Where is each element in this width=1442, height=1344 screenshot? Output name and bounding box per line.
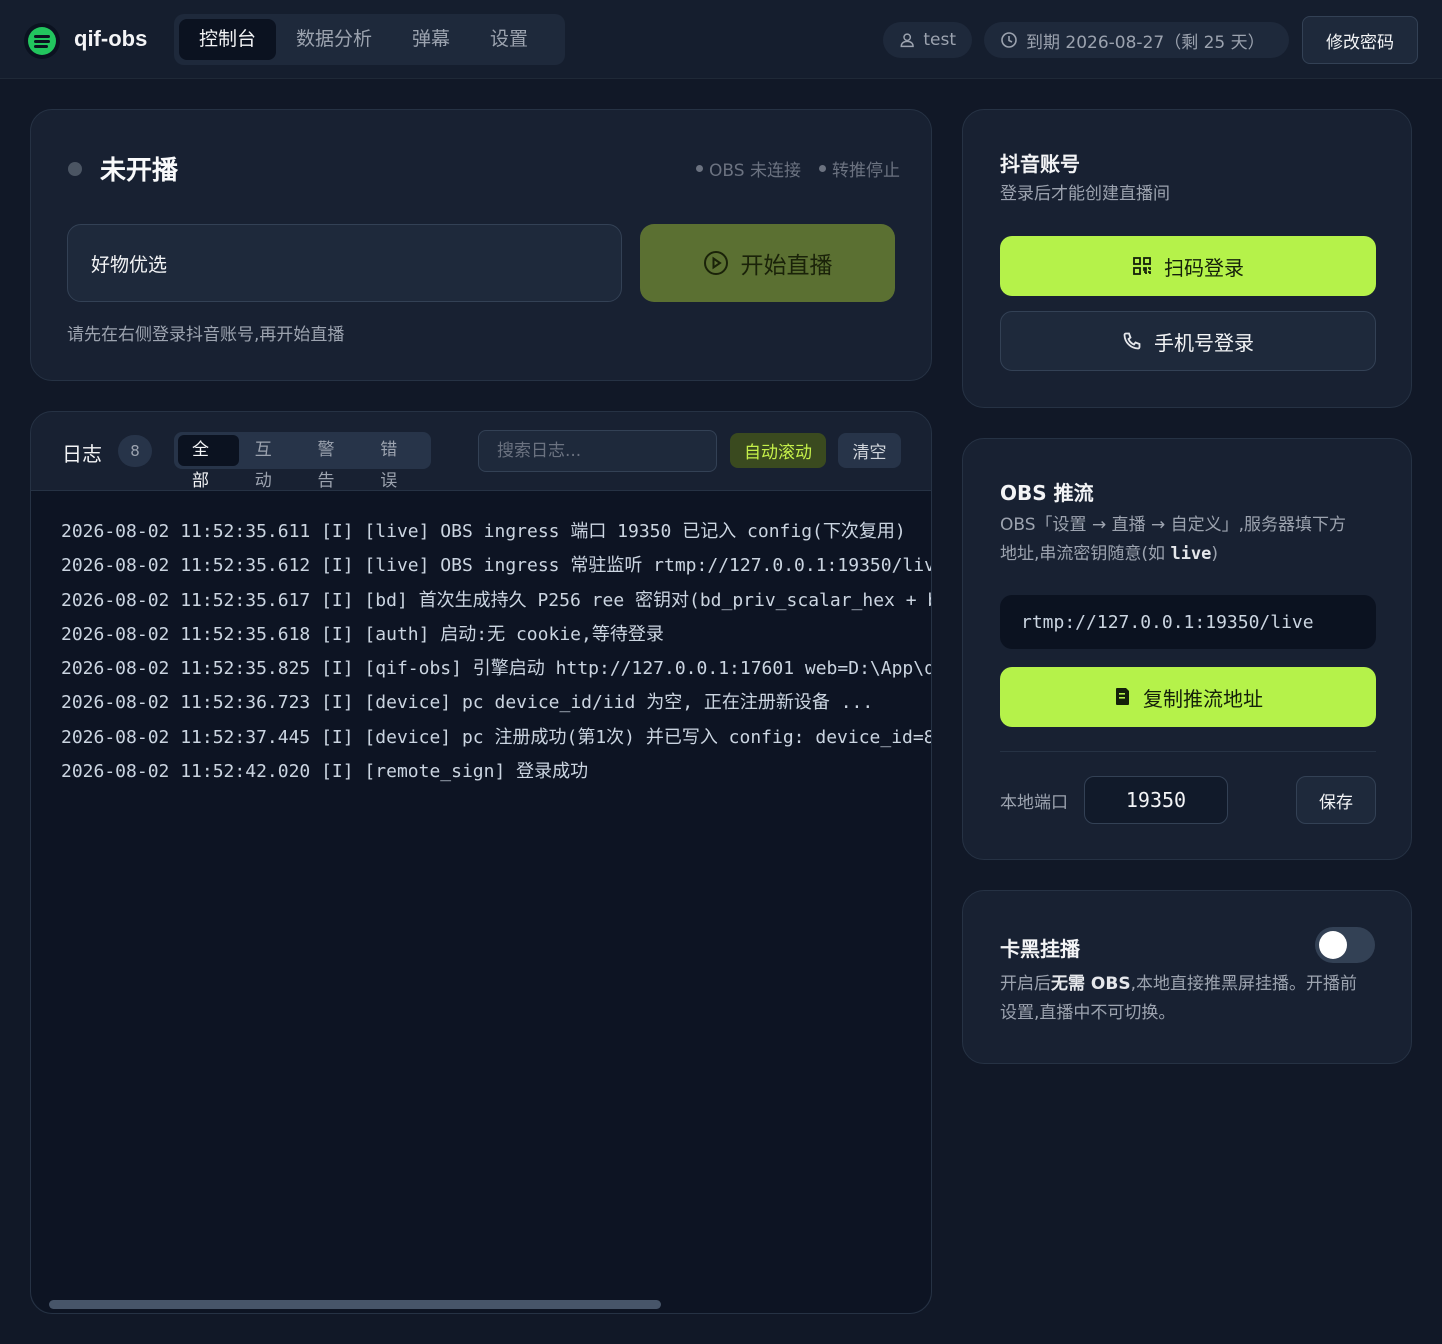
connection-flags: OBS 未连接 转推停止 bbox=[696, 156, 900, 181]
douyin-account-card: 抖音账号 登录后才能创建直播间 扫码登录 手机号登录 bbox=[962, 109, 1412, 408]
login-hint: 请先在右侧登录抖音账号,再开始直播 bbox=[67, 325, 345, 345]
qr-code-icon bbox=[1133, 257, 1151, 275]
scrollbar-thumb[interactable] bbox=[49, 1300, 661, 1309]
change-password-button[interactable]: 修改密码 bbox=[1302, 16, 1418, 64]
log-filter-error[interactable]: 错误 bbox=[366, 435, 427, 491]
divider bbox=[1000, 751, 1376, 752]
log-line: 2026-08-02 11:52:37.445 [I] [device] pc … bbox=[61, 726, 931, 748]
horizontal-scrollbar[interactable] bbox=[39, 1300, 923, 1309]
main-nav: 控制台 数据分析 弹幕 设置 bbox=[174, 14, 565, 65]
expiry-text: 到期 2026-08-27（剩 25 天） bbox=[1026, 32, 1265, 53]
log-title: 日志 bbox=[62, 442, 102, 466]
top-bar: qif-obs 控制台 数据分析 弹幕 设置 test 到期 2026-08-2… bbox=[0, 0, 1442, 79]
play-circle-icon bbox=[703, 251, 728, 275]
phone-icon bbox=[1123, 332, 1141, 350]
start-live-button[interactable]: 开始直播 bbox=[640, 224, 895, 302]
log-filter-group: 全部 互动 警告 错误 bbox=[174, 432, 431, 491]
log-filter-interaction[interactable]: 互动 bbox=[241, 435, 302, 491]
copy-icon bbox=[1116, 688, 1129, 705]
log-filter-warning[interactable]: 警告 bbox=[304, 435, 365, 491]
relay-status-flag: 转推停止 bbox=[819, 156, 900, 181]
qr-login-button[interactable]: 扫码登录 bbox=[1000, 236, 1376, 296]
relay-status-dot-icon bbox=[819, 165, 826, 172]
obs-status-dot-icon bbox=[696, 165, 704, 172]
black-screen-toggle[interactable] bbox=[1315, 927, 1375, 963]
rtmp-url-display[interactable]: rtmp://127.0.0.1:19350/live bbox=[1000, 595, 1376, 649]
log-lines: 2026-08-02 11:52:35.611 [I] [live] OBS i… bbox=[61, 515, 931, 789]
obs-title: OBS 推流 bbox=[1000, 481, 1094, 505]
live-status-title: 未开播 bbox=[68, 150, 178, 187]
copy-stream-url-button[interactable]: 复制推流地址 bbox=[1000, 667, 1376, 727]
local-port-input[interactable] bbox=[1084, 776, 1228, 824]
log-line: 2026-08-02 11:52:35.618 [I] [auth] 启动:无 … bbox=[61, 623, 664, 645]
user-icon bbox=[900, 33, 914, 48]
save-port-button[interactable]: 保存 bbox=[1296, 776, 1376, 824]
obs-description: OBS「设置 → 直播 → 自定义」,服务器填下方 地址,串流密钥随意(如 li… bbox=[1000, 515, 1347, 564]
log-filter-all[interactable]: 全部 bbox=[178, 435, 239, 491]
app-logo-icon bbox=[24, 23, 60, 59]
status-dot-icon bbox=[68, 161, 82, 176]
log-search-input[interactable] bbox=[478, 430, 717, 472]
live-status-text: 未开播 bbox=[100, 156, 179, 186]
copy-stream-url-label: 复制推流地址 bbox=[1143, 688, 1263, 711]
black-screen-description: 开启后无需 OBS,本地直接推黑屏挂播。开播前 设置,直播中不可切换。 bbox=[1000, 974, 1357, 1023]
black-screen-title: 卡黑挂播 bbox=[1000, 937, 1080, 961]
log-count-badge: 8 bbox=[118, 435, 152, 467]
local-port-label: 本地端口 bbox=[1000, 793, 1068, 813]
clock-icon bbox=[1001, 32, 1017, 48]
obs-stream-card: OBS 推流 OBS「设置 → 直播 → 自定义」,服务器填下方 地址,串流密钥… bbox=[962, 438, 1412, 860]
log-output[interactable]: 2026-08-02 11:52:35.611 [I] [live] OBS i… bbox=[31, 491, 931, 1313]
qr-login-label: 扫码登录 bbox=[1164, 257, 1244, 280]
log-line: 2026-08-02 11:52:35.617 [I] [bd] 首次生成持久 … bbox=[61, 589, 931, 611]
phone-login-label: 手机号登录 bbox=[1154, 332, 1254, 355]
log-line: 2026-08-02 11:52:35.612 [I] [live] OBS i… bbox=[61, 555, 931, 577]
log-header: 日志 8 全部 互动 警告 错误 自动滚动 清空 bbox=[31, 411, 931, 491]
tab-console[interactable]: 控制台 bbox=[179, 19, 277, 60]
autoscroll-toggle[interactable]: 自动滚动 bbox=[730, 433, 826, 468]
brand-name: qif-obs bbox=[74, 26, 148, 51]
log-line: 2026-08-02 11:52:35.825 [I] [qif-obs] 引擎… bbox=[61, 658, 931, 680]
room-title-input[interactable] bbox=[67, 224, 622, 302]
expiry-badge: 到期 2026-08-27（剩 25 天） bbox=[984, 22, 1289, 58]
user-badge[interactable]: test bbox=[883, 22, 972, 58]
start-live-label: 开始直播 bbox=[740, 252, 833, 278]
douyin-subtitle: 登录后才能创建直播间 bbox=[1000, 184, 1170, 204]
log-line: 2026-08-02 11:52:35.611 [I] [live] OBS i… bbox=[61, 521, 906, 542]
clear-logs-button[interactable]: 清空 bbox=[838, 433, 901, 468]
douyin-title: 抖音账号 bbox=[1000, 152, 1080, 176]
phone-login-button[interactable]: 手机号登录 bbox=[1000, 311, 1376, 371]
tab-settings[interactable]: 设置 bbox=[470, 19, 548, 60]
username: test bbox=[923, 30, 956, 50]
tab-analytics[interactable]: 数据分析 bbox=[276, 19, 392, 60]
tab-danmaku[interactable]: 弹幕 bbox=[392, 19, 470, 60]
obs-status-flag: OBS 未连接 bbox=[696, 156, 801, 181]
black-screen-card: 卡黑挂播 开启后无需 OBS,本地直接推黑屏挂播。开播前 设置,直播中不可切换。 bbox=[962, 890, 1412, 1064]
log-line: 2026-08-02 11:52:42.020 [I] [remote_sign… bbox=[61, 761, 589, 783]
toggle-knob bbox=[1319, 931, 1347, 959]
log-line: 2026-08-02 11:52:36.723 [I] [device] pc … bbox=[61, 692, 874, 714]
